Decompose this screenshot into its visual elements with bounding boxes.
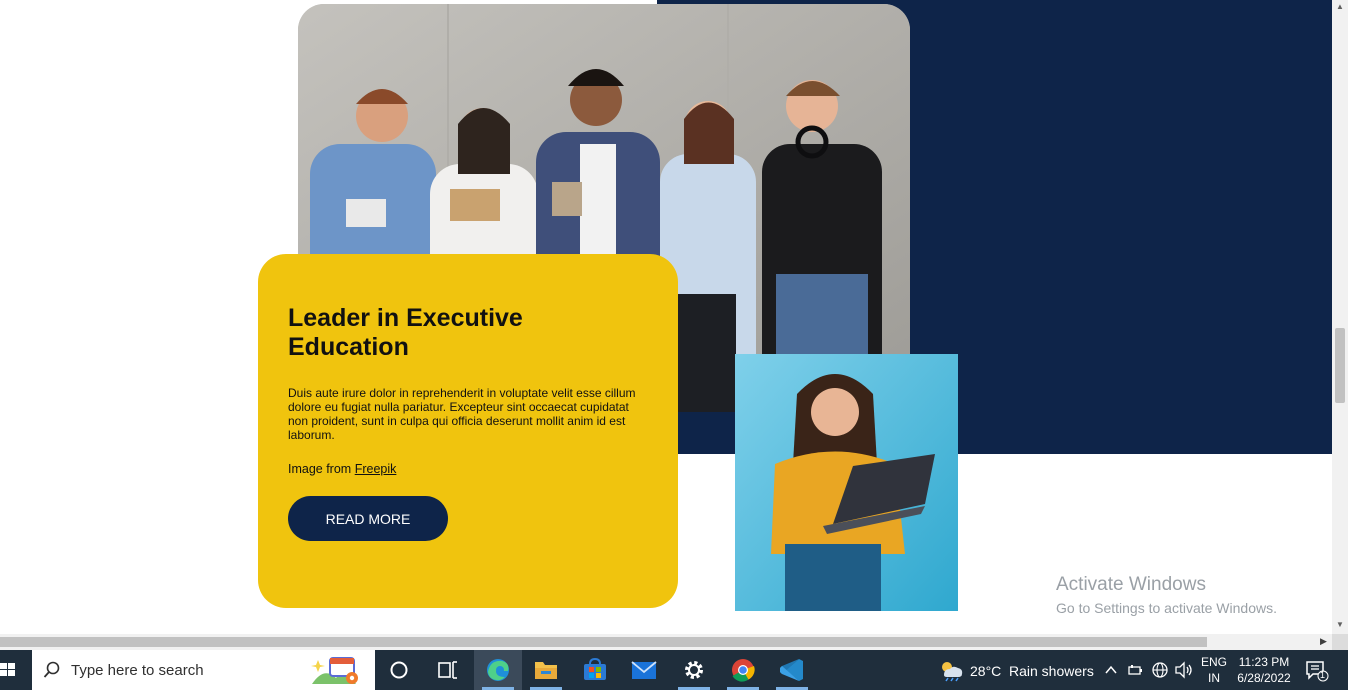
scrollbar-corner — [1332, 634, 1348, 650]
taskbar-vscode[interactable] — [768, 650, 816, 690]
scroll-right-arrow-icon[interactable]: ▶ — [1320, 636, 1327, 647]
windows-logo-icon — [0, 663, 15, 676]
clock-date: 6/28/2022 — [1237, 671, 1291, 685]
search-icon — [43, 661, 60, 678]
taskbar-search-box[interactable]: Type here to search — [32, 650, 375, 690]
vertical-scroll-thumb[interactable] — [1335, 328, 1345, 403]
start-button[interactable] — [0, 650, 30, 690]
microsoft-store-icon — [584, 657, 606, 680]
vscode-icon — [780, 659, 803, 681]
feature-card: Leader in Executive Education Duis aute … — [258, 254, 678, 608]
chevron-up-icon[interactable] — [1104, 663, 1118, 677]
cortana-button[interactable] — [375, 650, 423, 690]
task-view-button[interactable] — [423, 650, 471, 690]
language-code: ENG — [1200, 655, 1227, 669]
freepik-link[interactable]: Freepik — [355, 462, 397, 476]
network-globe-icon[interactable] — [1151, 661, 1169, 679]
region-code: IN — [1208, 671, 1220, 685]
scroll-down-arrow-icon[interactable]: ▼ — [1336, 620, 1344, 629]
settings-gear-icon — [685, 661, 703, 679]
scroll-up-arrow-icon[interactable]: ▲ — [1336, 2, 1344, 11]
activate-windows-subtitle: Go to Settings to activate Windows. — [1056, 600, 1277, 616]
taskbar-settings[interactable] — [670, 650, 718, 690]
file-explorer-folder-icon — [535, 662, 557, 679]
windows-taskbar: Type here to search 28°C Rain showers EN… — [0, 650, 1348, 690]
vertical-scrollbar[interactable]: ▲ ▼ — [1332, 0, 1348, 634]
horizontal-scroll-thumb[interactable] — [0, 637, 1207, 647]
card-description: Duis aute irure dolor in reprehenderit i… — [288, 386, 636, 442]
woman-laptop-photo — [735, 354, 958, 611]
search-placeholder: Type here to search — [71, 662, 204, 679]
notification-count-badge: 1 — [1320, 670, 1326, 680]
image-credit-prefix: Image from — [288, 462, 355, 476]
task-view-icon — [438, 661, 457, 679]
woman-laptop-illustration — [735, 354, 958, 611]
activate-windows-title: Activate Windows — [1056, 574, 1206, 595]
horizontal-scrollbar[interactable]: ▶ — [0, 634, 1332, 650]
input-language-indicator[interactable]: ENG IN — [1198, 654, 1230, 686]
taskbar-file-explorer[interactable] — [522, 650, 570, 690]
edge-browser-icon — [487, 659, 509, 681]
taskbar-edge[interactable] — [474, 650, 522, 690]
activate-windows-watermark: Activate Windows Go to Settings to activ… — [1056, 574, 1277, 616]
weather-description[interactable]: Rain showers — [1009, 663, 1094, 679]
read-more-button[interactable]: READ MORE — [288, 496, 448, 541]
weather-rain-icon[interactable] — [938, 658, 964, 682]
notification-message-icon — [1306, 661, 1329, 682]
taskbar-store[interactable] — [571, 650, 619, 690]
battery-plug-icon[interactable] — [1127, 662, 1143, 678]
mail-envelope-icon — [631, 661, 657, 679]
volume-speaker-icon[interactable] — [1174, 661, 1194, 679]
search-highlight-calendar-icon — [311, 657, 358, 684]
taskbar-mail[interactable] — [620, 650, 668, 690]
image-credit: Image from Freepik — [288, 462, 648, 476]
notification-center-button[interactable]: 1 — [1303, 658, 1329, 682]
weather-temperature[interactable]: 28°C — [970, 663, 1001, 679]
clock-time: 11:23 PM — [1238, 655, 1290, 669]
chrome-browser-icon — [732, 659, 755, 682]
taskbar-clock[interactable]: 11:23 PM 6/28/2022 — [1228, 654, 1300, 686]
card-title: Leader in Executive Education — [288, 304, 523, 361]
taskbar-chrome[interactable] — [719, 650, 767, 690]
cortana-circle-icon — [390, 661, 408, 679]
page-viewport: Leader in Executive Education Duis aute … — [0, 0, 1332, 634]
